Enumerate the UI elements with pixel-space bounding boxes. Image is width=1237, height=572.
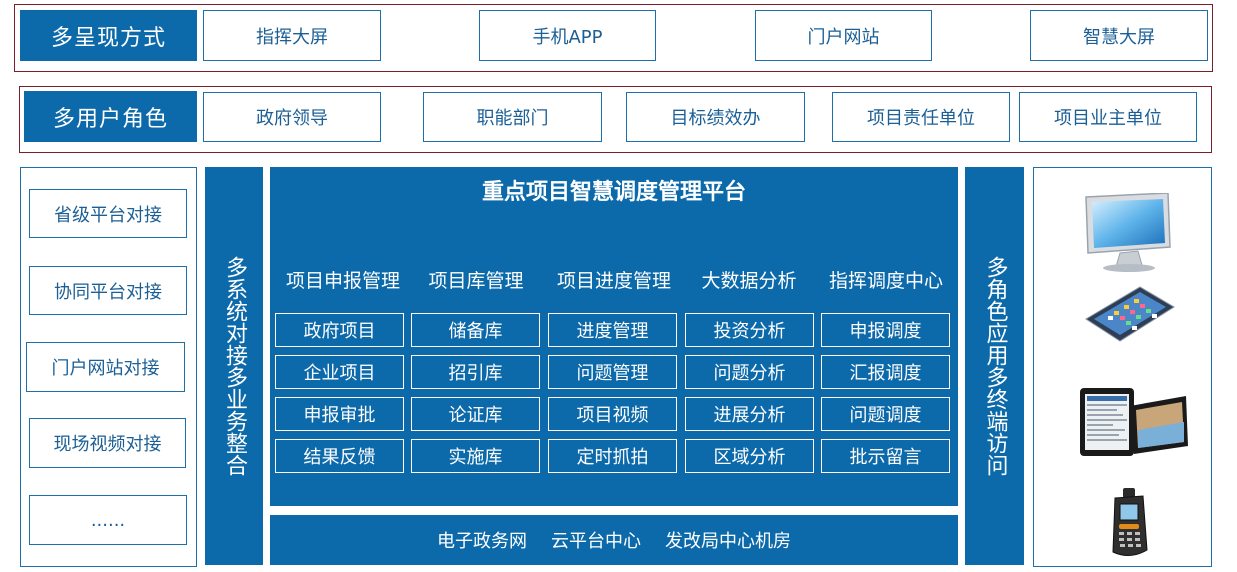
module-cell-3-0[interactable]: 投资分析 xyxy=(685,313,814,347)
integration-vertical-text: 多系统对接多业务整合 xyxy=(222,256,247,476)
module-cell-1-1[interactable]: 招引库 xyxy=(411,355,540,389)
module-cell-0-2[interactable]: 申报审批 xyxy=(275,397,404,431)
module-cell-3-2[interactable]: 进展分析 xyxy=(685,397,814,431)
presentation-item-smart-screen[interactable]: 智慧大屏 xyxy=(1030,10,1208,61)
presentation-item-portal[interactable]: 门户网站 xyxy=(755,10,932,61)
integration-item-portal[interactable]: 门户网站对接 xyxy=(26,342,185,392)
integration-item-more[interactable]: ...... xyxy=(29,495,187,545)
integration-item-collaboration[interactable]: 协同平台对接 xyxy=(29,266,187,315)
module-header-4: 指挥调度中心 xyxy=(828,270,943,292)
integration-vertical-bar: 多系统对接多业务整合 xyxy=(205,167,263,565)
module-cell-1-3[interactable]: 实施库 xyxy=(411,439,540,473)
module-cell-3-1[interactable]: 问题分析 xyxy=(685,355,814,389)
tablet-icon xyxy=(1078,386,1190,458)
module-cell-4-3[interactable]: 批示留言 xyxy=(821,439,950,473)
module-cell-4-2[interactable]: 问题调度 xyxy=(821,397,950,431)
terminal-vertical-text: 多角色应用多终端访问 xyxy=(982,256,1008,476)
module-header-3: 大数据分析 xyxy=(701,270,797,292)
role-item-responsible-unit[interactable]: 项目责任单位 xyxy=(832,92,1010,142)
roles-title: 多用户角色 xyxy=(24,91,197,142)
presentation-item-mobile-app[interactable]: 手机APP xyxy=(479,10,656,61)
module-cell-0-3[interactable]: 结果反馈 xyxy=(275,439,404,473)
infrastructure-egov-network: 电子政务网 xyxy=(437,531,527,552)
handheld-terminal-icon xyxy=(1107,488,1153,560)
module-cell-0-1[interactable]: 企业项目 xyxy=(275,355,404,389)
module-header-2: 项目进度管理 xyxy=(556,270,671,292)
role-item-performance-office[interactable]: 目标绩效办 xyxy=(626,92,805,142)
module-header-0: 项目申报管理 xyxy=(285,270,400,292)
terminal-vertical-bar: 多角色应用多终端访问 xyxy=(965,167,1024,565)
infrastructure-cloud-center: 云平台中心 xyxy=(551,531,641,552)
presentation-title: 多呈现方式 xyxy=(20,10,197,61)
role-item-owner-unit[interactable]: 项目业主单位 xyxy=(1019,92,1197,142)
module-cell-2-3[interactable]: 定时抓拍 xyxy=(548,439,677,473)
module-cell-2-1[interactable]: 问题管理 xyxy=(548,355,677,389)
module-cell-2-0[interactable]: 进度管理 xyxy=(548,313,677,347)
module-cell-3-3[interactable]: 区域分析 xyxy=(685,439,814,473)
module-cell-4-0[interactable]: 申报调度 xyxy=(821,313,950,347)
smartphone-icon xyxy=(1084,285,1176,343)
module-header-1: 项目库管理 xyxy=(428,270,524,292)
platform-title: 重点项目智慧调度管理平台 xyxy=(481,180,746,205)
integration-item-video[interactable]: 现场视频对接 xyxy=(29,418,186,468)
presentation-item-command-screen[interactable]: 指挥大屏 xyxy=(203,10,381,61)
infrastructure-bar: 电子政务网 云平台中心 发改局中心机房 xyxy=(270,515,958,565)
role-item-gov-leader[interactable]: 政府领导 xyxy=(203,92,381,142)
module-cell-1-0[interactable]: 储备库 xyxy=(411,313,540,347)
module-cell-2-2[interactable]: 项目视频 xyxy=(548,397,677,431)
monitor-icon xyxy=(1082,192,1174,273)
role-item-functional-dept[interactable]: 职能部门 xyxy=(423,92,602,142)
infrastructure-data-center: 发改局中心机房 xyxy=(665,531,791,552)
module-cell-0-0[interactable]: 政府项目 xyxy=(275,313,404,347)
module-cell-4-1[interactable]: 汇报调度 xyxy=(821,355,950,389)
module-cell-1-2[interactable]: 论证库 xyxy=(411,397,540,431)
integration-item-provincial[interactable]: 省级平台对接 xyxy=(29,189,187,238)
